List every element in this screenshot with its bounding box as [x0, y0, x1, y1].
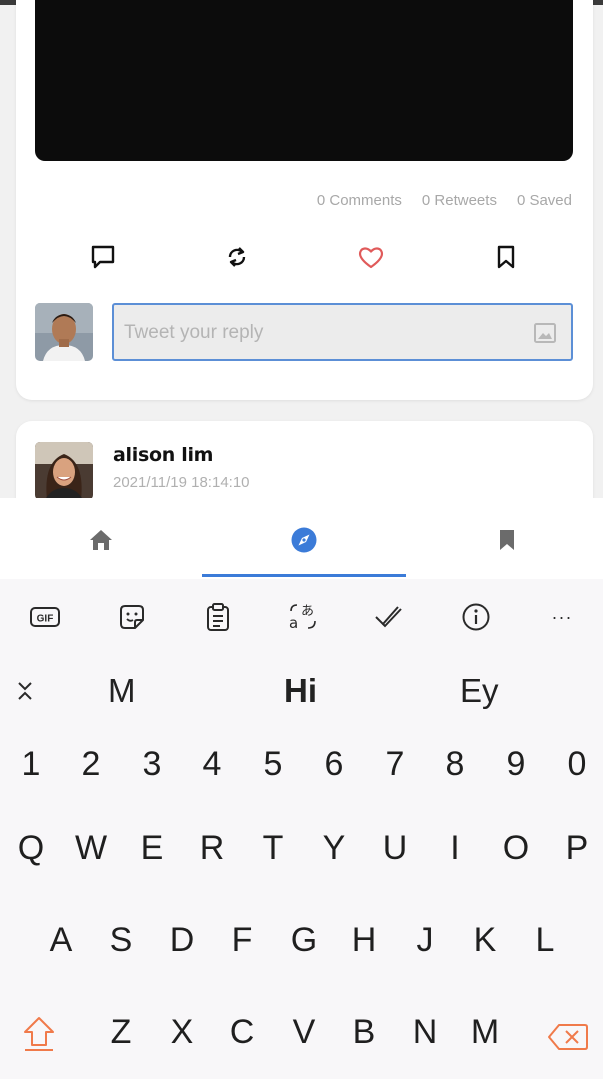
suggestion-1[interactable]: M — [108, 672, 136, 710]
keyboard-row-1: Q W E R T Y U I O P — [0, 829, 603, 889]
explore-compass-icon — [291, 527, 317, 553]
bookmark-outline-icon — [497, 245, 515, 269]
suggestion-3[interactable]: Ey — [460, 672, 499, 710]
tweet-media-video[interactable] — [35, 0, 573, 161]
sticker-icon — [120, 605, 144, 629]
tweet-actions — [16, 242, 593, 272]
key-k[interactable]: K — [465, 921, 505, 960]
collapse-keyboard-button[interactable] — [16, 680, 34, 707]
comments-count[interactable]: 0 Comments — [317, 192, 402, 209]
key-z[interactable]: Z — [101, 1013, 141, 1052]
key-b[interactable]: B — [344, 1013, 384, 1052]
retweet-icon — [228, 247, 246, 267]
reply-row: Tweet your reply — [35, 303, 573, 361]
key-w[interactable]: W — [71, 829, 111, 868]
keyboard-row-3: Z X C V B N M — [0, 1013, 603, 1073]
key-h[interactable]: H — [344, 921, 384, 960]
suggestion-strip: M Hi Ey — [0, 654, 603, 724]
retweets-count[interactable]: 0 Retweets — [422, 192, 497, 209]
collapse-chevron-icon — [18, 682, 32, 700]
key-1[interactable]: 1 — [11, 745, 51, 784]
key-t[interactable]: T — [253, 829, 293, 868]
bookmark-icon — [500, 530, 514, 550]
gif-button[interactable]: GIF — [29, 601, 61, 633]
key-2[interactable]: 2 — [71, 745, 111, 784]
info-icon — [462, 603, 490, 631]
nav-explore[interactable] — [290, 526, 318, 554]
key-9[interactable]: 9 — [496, 745, 536, 784]
keyboard-row-2: A S D F G H J K L — [0, 921, 603, 981]
svg-text:a: a — [289, 614, 298, 632]
key-m[interactable]: M — [465, 1013, 505, 1052]
keyboard-toolbar: GIF a あ ··· — [0, 579, 603, 654]
key-g[interactable]: G — [284, 921, 324, 960]
svg-text:GIF: GIF — [37, 614, 54, 625]
grammar-check-button[interactable] — [373, 601, 405, 633]
backspace-key[interactable] — [547, 1023, 589, 1056]
key-d[interactable]: D — [162, 921, 202, 960]
key-c[interactable]: C — [222, 1013, 262, 1052]
translate-button[interactable]: a あ — [287, 601, 319, 633]
key-r[interactable]: R — [192, 829, 232, 868]
clipboard-button[interactable] — [202, 601, 234, 633]
key-i[interactable]: I — [435, 829, 475, 868]
backspace-icon — [548, 1024, 588, 1050]
key-a[interactable]: A — [41, 921, 81, 960]
info-button[interactable] — [460, 601, 492, 633]
shift-icon — [24, 1017, 54, 1051]
tweet-card: 0 Comments 0 Retweets 0 Saved Tweet your… — [16, 0, 593, 400]
key-3[interactable]: 3 — [132, 745, 172, 784]
on-screen-keyboard: GIF a あ ··· M Hi Ey 1 2 3 4 5 6 7 8 9 0 … — [0, 579, 603, 1079]
key-l[interactable]: L — [525, 921, 565, 960]
reply-input[interactable]: Tweet your reply — [112, 303, 573, 361]
sticker-button[interactable] — [116, 601, 148, 633]
active-tab-indicator — [202, 574, 406, 577]
key-8[interactable]: 8 — [435, 745, 475, 784]
suggestion-2[interactable]: Hi — [284, 672, 317, 710]
retweet-button[interactable] — [222, 242, 252, 272]
author-name[interactable]: alison lim — [113, 444, 213, 466]
key-p[interactable]: P — [557, 829, 597, 868]
heart-icon — [359, 247, 383, 269]
comment-button[interactable] — [88, 242, 118, 272]
shift-key[interactable] — [22, 1015, 56, 1058]
key-4[interactable]: 4 — [192, 745, 232, 784]
more-icon[interactable]: ··· — [546, 601, 578, 633]
reply-placeholder: Tweet your reply — [124, 322, 264, 343]
key-5[interactable]: 5 — [253, 745, 293, 784]
svg-text:あ: あ — [301, 604, 314, 619]
key-x[interactable]: X — [162, 1013, 202, 1052]
key-s[interactable]: S — [101, 921, 141, 960]
home-icon — [90, 530, 112, 550]
key-v[interactable]: V — [284, 1013, 324, 1052]
translate-icon: a あ — [289, 604, 316, 632]
like-button[interactable] — [356, 242, 386, 272]
key-e[interactable]: E — [132, 829, 172, 868]
image-attach-icon[interactable] — [533, 322, 557, 344]
current-user-avatar[interactable] — [35, 303, 93, 361]
key-q[interactable]: Q — [11, 829, 51, 868]
key-o[interactable]: O — [496, 829, 536, 868]
key-u[interactable]: U — [375, 829, 415, 868]
tweet-counts: 0 Comments 0 Retweets 0 Saved — [317, 192, 572, 209]
bottom-navigation — [0, 498, 603, 579]
clipboard-icon — [207, 603, 229, 631]
bookmark-button[interactable] — [491, 242, 521, 272]
keyboard-number-row: 1 2 3 4 5 6 7 8 9 0 — [0, 745, 603, 805]
comment-icon — [91, 245, 115, 269]
nav-home[interactable] — [87, 526, 115, 554]
saved-count[interactable]: 0 Saved — [517, 192, 572, 209]
key-0[interactable]: 0 — [557, 745, 597, 784]
key-6[interactable]: 6 — [314, 745, 354, 784]
key-j[interactable]: J — [405, 921, 445, 960]
key-n[interactable]: N — [405, 1013, 445, 1052]
gif-icon: GIF — [30, 607, 60, 627]
grammar-check-icon — [375, 606, 402, 628]
post-timestamp: 2021/11/19 18:14:10 — [113, 474, 250, 491]
nav-bookmarks[interactable] — [493, 526, 521, 554]
key-f[interactable]: F — [222, 921, 262, 960]
key-y[interactable]: Y — [314, 829, 354, 868]
key-7[interactable]: 7 — [375, 745, 415, 784]
author-avatar[interactable] — [35, 442, 93, 500]
